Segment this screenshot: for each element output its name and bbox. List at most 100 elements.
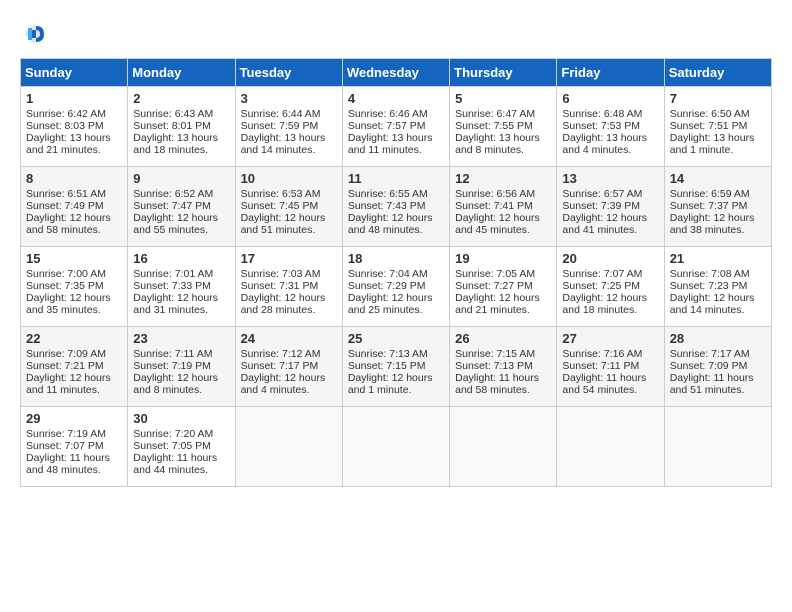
day-header-monday: Monday: [128, 59, 235, 87]
day-info-line: Sunset: 7:25 PM: [562, 280, 658, 292]
day-info-line: Sunrise: 6:51 AM: [26, 188, 122, 200]
day-number: 13: [562, 171, 658, 186]
day-info-line: Daylight: 12 hours: [348, 372, 444, 384]
day-info-line: Daylight: 12 hours: [348, 212, 444, 224]
day-info-line: Daylight: 12 hours: [26, 292, 122, 304]
day-info-line: and 8 minutes.: [133, 384, 229, 396]
day-number: 3: [241, 91, 337, 106]
day-info-line: Sunrise: 7:04 AM: [348, 268, 444, 280]
day-info-line: Daylight: 12 hours: [241, 292, 337, 304]
day-number: 29: [26, 411, 122, 426]
day-cell-7: 7Sunrise: 6:50 AMSunset: 7:51 PMDaylight…: [664, 87, 771, 167]
day-info-line: Sunrise: 7:12 AM: [241, 348, 337, 360]
day-cell-23: 23Sunrise: 7:11 AMSunset: 7:19 PMDayligh…: [128, 327, 235, 407]
day-info-line: Sunrise: 7:05 AM: [455, 268, 551, 280]
day-info-line: Sunset: 7:17 PM: [241, 360, 337, 372]
day-info-line: Daylight: 11 hours: [26, 452, 122, 464]
day-info-line: Daylight: 12 hours: [670, 292, 766, 304]
day-info-line: Sunset: 7:59 PM: [241, 120, 337, 132]
empty-cell: [557, 407, 664, 487]
day-info-line: Daylight: 11 hours: [455, 372, 551, 384]
day-info-line: Daylight: 11 hours: [133, 452, 229, 464]
day-number: 1: [26, 91, 122, 106]
day-info-line: Sunset: 7:33 PM: [133, 280, 229, 292]
logo: [20, 20, 52, 48]
empty-cell: [235, 407, 342, 487]
day-info-line: and 11 minutes.: [348, 144, 444, 156]
day-number: 2: [133, 91, 229, 106]
day-info-line: and 44 minutes.: [133, 464, 229, 476]
day-info-line: Sunset: 7:47 PM: [133, 200, 229, 212]
day-info-line: Sunrise: 7:00 AM: [26, 268, 122, 280]
day-info-line: Daylight: 13 hours: [670, 132, 766, 144]
day-cell-3: 3Sunrise: 6:44 AMSunset: 7:59 PMDaylight…: [235, 87, 342, 167]
day-info-line: Sunset: 7:23 PM: [670, 280, 766, 292]
day-info-line: Sunrise: 6:56 AM: [455, 188, 551, 200]
day-info-line: Sunrise: 7:07 AM: [562, 268, 658, 280]
day-info-line: and 48 minutes.: [348, 224, 444, 236]
day-info-line: Daylight: 12 hours: [241, 212, 337, 224]
day-info-line: Sunset: 7:51 PM: [670, 120, 766, 132]
day-cell-1: 1Sunrise: 6:42 AMSunset: 8:03 PMDaylight…: [21, 87, 128, 167]
day-info-line: and 31 minutes.: [133, 304, 229, 316]
day-number: 11: [348, 171, 444, 186]
day-number: 9: [133, 171, 229, 186]
day-info-line: Daylight: 12 hours: [133, 292, 229, 304]
day-cell-30: 30Sunrise: 7:20 AMSunset: 7:05 PMDayligh…: [128, 407, 235, 487]
day-info-line: Daylight: 13 hours: [348, 132, 444, 144]
day-info-line: Sunset: 7:55 PM: [455, 120, 551, 132]
day-info-line: Sunset: 7:53 PM: [562, 120, 658, 132]
day-number: 10: [241, 171, 337, 186]
calendar-week-3: 15Sunrise: 7:00 AMSunset: 7:35 PMDayligh…: [21, 247, 772, 327]
day-info-line: Sunset: 7:13 PM: [455, 360, 551, 372]
day-info-line: and 58 minutes.: [455, 384, 551, 396]
day-info-line: Sunrise: 7:16 AM: [562, 348, 658, 360]
day-cell-12: 12Sunrise: 6:56 AMSunset: 7:41 PMDayligh…: [450, 167, 557, 247]
empty-cell: [342, 407, 449, 487]
day-header-thursday: Thursday: [450, 59, 557, 87]
day-info-line: Daylight: 12 hours: [133, 212, 229, 224]
day-info-line: Sunrise: 6:55 AM: [348, 188, 444, 200]
day-info-line: Daylight: 12 hours: [241, 372, 337, 384]
day-info-line: Daylight: 12 hours: [26, 212, 122, 224]
day-info-line: and 11 minutes.: [26, 384, 122, 396]
day-info-line: Sunrise: 7:01 AM: [133, 268, 229, 280]
day-number: 25: [348, 331, 444, 346]
day-info-line: Daylight: 12 hours: [670, 212, 766, 224]
day-cell-17: 17Sunrise: 7:03 AMSunset: 7:31 PMDayligh…: [235, 247, 342, 327]
day-info-line: and 55 minutes.: [133, 224, 229, 236]
day-header-wednesday: Wednesday: [342, 59, 449, 87]
day-number: 8: [26, 171, 122, 186]
day-cell-18: 18Sunrise: 7:04 AMSunset: 7:29 PMDayligh…: [342, 247, 449, 327]
day-info-line: Sunset: 7:35 PM: [26, 280, 122, 292]
day-cell-16: 16Sunrise: 7:01 AMSunset: 7:33 PMDayligh…: [128, 247, 235, 327]
day-info-line: and 18 minutes.: [562, 304, 658, 316]
day-info-line: and 35 minutes.: [26, 304, 122, 316]
day-info-line: Sunrise: 7:09 AM: [26, 348, 122, 360]
day-info-line: Daylight: 13 hours: [26, 132, 122, 144]
day-info-line: Sunrise: 6:53 AM: [241, 188, 337, 200]
day-number: 4: [348, 91, 444, 106]
day-info-line: Sunset: 7:05 PM: [133, 440, 229, 452]
day-info-line: and 28 minutes.: [241, 304, 337, 316]
day-info-line: and 1 minute.: [670, 144, 766, 156]
day-info-line: Sunrise: 6:46 AM: [348, 108, 444, 120]
day-info-line: Sunrise: 6:42 AM: [26, 108, 122, 120]
day-info-line: and 48 minutes.: [26, 464, 122, 476]
day-cell-5: 5Sunrise: 6:47 AMSunset: 7:55 PMDaylight…: [450, 87, 557, 167]
day-info-line: Sunset: 7:31 PM: [241, 280, 337, 292]
day-number: 15: [26, 251, 122, 266]
calendar-week-4: 22Sunrise: 7:09 AMSunset: 7:21 PMDayligh…: [21, 327, 772, 407]
day-info-line: and 4 minutes.: [562, 144, 658, 156]
day-info-line: Sunrise: 6:43 AM: [133, 108, 229, 120]
day-info-line: and 51 minutes.: [670, 384, 766, 396]
day-info-line: Sunrise: 7:13 AM: [348, 348, 444, 360]
day-info-line: Daylight: 12 hours: [26, 372, 122, 384]
day-cell-10: 10Sunrise: 6:53 AMSunset: 7:45 PMDayligh…: [235, 167, 342, 247]
day-info-line: Sunrise: 6:48 AM: [562, 108, 658, 120]
day-number: 24: [241, 331, 337, 346]
day-info-line: Sunset: 7:09 PM: [670, 360, 766, 372]
day-info-line: Sunset: 7:07 PM: [26, 440, 122, 452]
day-info-line: Sunset: 7:37 PM: [670, 200, 766, 212]
day-info-line: and 54 minutes.: [562, 384, 658, 396]
